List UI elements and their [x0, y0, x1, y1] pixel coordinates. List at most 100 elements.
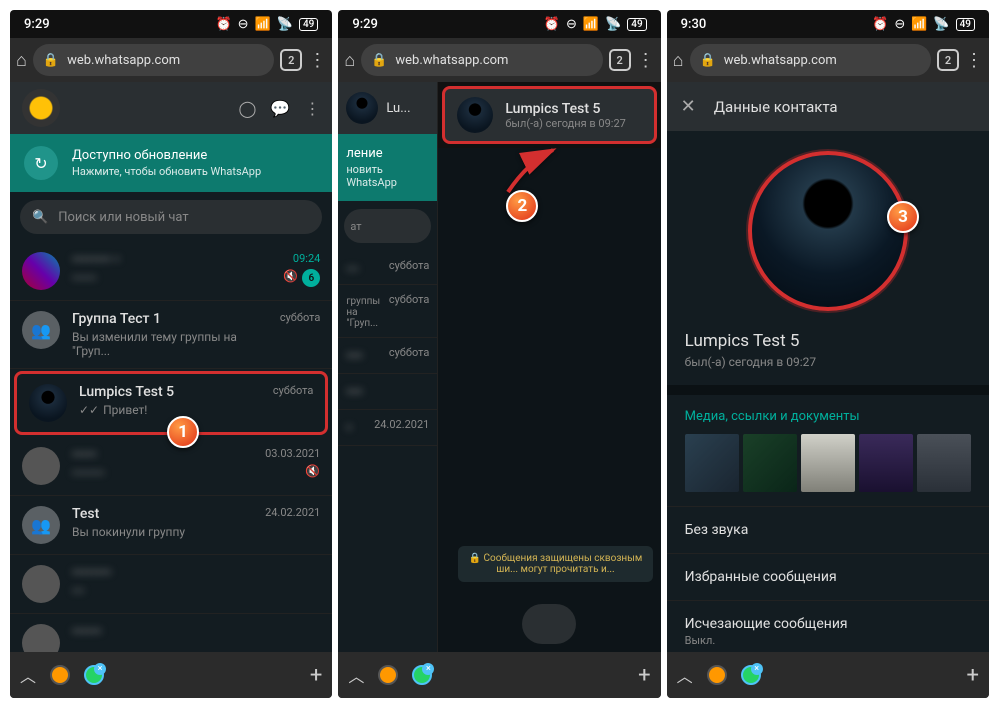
chevron-up-icon[interactable]: ︿ [20, 663, 36, 687]
browser-bottom-bar: ︿ × + [667, 652, 989, 698]
status-bar: 9:30 ⏰⊖📶📡49 [667, 10, 989, 38]
media-section-title: Медиа, ссылки и документы [685, 409, 971, 424]
starred-messages-option[interactable]: Избранные сообщения [667, 553, 989, 600]
browser-bottom-bar: ︿ × + [10, 652, 332, 698]
dnd-icon: ⊖ [566, 17, 577, 32]
url-text: web.whatsapp.com [395, 53, 508, 68]
chat-row[interactable]: 👥 Группа Тест 1Вы изменили тему группы н… [10, 301, 332, 369]
muted-icon: 🔇 [283, 269, 298, 287]
chat-avatar[interactable] [346, 92, 378, 124]
phone-screenshot-2: 9:29 ⏰⊖📶📡49 ⌂ 🔒web.whatsapp.com 2 ⋮ Lu..… [338, 10, 660, 698]
battery-icon: 49 [299, 18, 318, 31]
update-title-cut: ление [346, 146, 429, 161]
group-avatar-icon: 👥 [22, 311, 60, 349]
home-icon[interactable]: ⌂ [673, 50, 684, 71]
contact-profile-photo[interactable] [748, 151, 908, 311]
chat-row[interactable]: •••••• [10, 614, 332, 652]
tab-count[interactable]: 2 [937, 49, 959, 71]
tab-count[interactable]: 2 [280, 49, 302, 71]
update-banner[interactable]: лениеновить WhatsApp [338, 134, 437, 201]
chat-msg: Вы покинули группу [72, 525, 253, 539]
address-bar[interactable]: 🔒web.whatsapp.com [361, 44, 602, 76]
menu-icon[interactable]: ⋮ [965, 50, 983, 71]
tab-indicator[interactable] [378, 665, 398, 685]
chat-row[interactable]: •••суббота [338, 338, 437, 374]
chat-row[interactable]: 👥 TestВы покинули группу 24.02.2021 [10, 496, 332, 555]
update-subtitle: Нажмите, чтобы обновить WhatsApp [72, 165, 261, 178]
lock-icon: 🔒 [43, 53, 59, 68]
home-icon[interactable]: ⌂ [16, 50, 27, 71]
plus-icon[interactable]: + [638, 663, 650, 688]
tab-indicator-whatsapp[interactable]: × [84, 665, 104, 685]
url-text: web.whatsapp.com [724, 53, 837, 68]
media-thumb[interactable] [801, 434, 855, 492]
close-icon[interactable]: ✕ [681, 96, 696, 117]
encryption-notice: 🔒 Сообщения защищены сквозным ши... могу… [458, 546, 652, 582]
signal-icon: 📶 [911, 17, 927, 32]
status-time: 9:30 [681, 17, 707, 32]
address-bar[interactable]: 🔒 web.whatsapp.com [690, 44, 931, 76]
search-icon: 🔍 [32, 210, 48, 225]
phone-screenshot-3: 9:30 ⏰⊖📶📡49 ⌂ 🔒web.whatsapp.com 2 ⋮ ✕ Да… [667, 10, 989, 698]
signal-icon: 📶 [583, 17, 599, 32]
chat-row[interactable]: ••• [338, 374, 437, 410]
chat-row[interactable]: •24.02.2021 [338, 410, 437, 446]
new-chat-icon[interactable]: 💬 [270, 99, 290, 118]
home-icon[interactable]: ⌂ [344, 50, 355, 71]
status-time: 9:29 [24, 17, 50, 32]
chat-row[interactable]: ••••••••••• [10, 555, 332, 614]
chat-list: •••••••• • •••••• 09:24 🔇6 👥 Группа Тест 1… [10, 242, 332, 652]
media-thumb[interactable] [859, 434, 913, 492]
menu-icon[interactable]: ⋮ [637, 50, 655, 71]
contact-display-name: Lumpics Test 5 [667, 331, 989, 351]
media-thumb[interactable] [685, 434, 739, 492]
chevron-up-icon[interactable]: ︿ [348, 663, 364, 687]
update-banner[interactable]: ↻ Доступно обновление Нажмите, чтобы обн… [10, 134, 332, 192]
media-thumb[interactable] [743, 434, 797, 492]
search-input[interactable]: 🔍 Поиск или новый чат [20, 200, 322, 234]
chat-avatar [22, 252, 60, 290]
lock-icon: 🔒 [700, 53, 716, 68]
plus-icon[interactable]: + [310, 663, 322, 688]
disappearing-messages-option[interactable]: Исчезающие сообщения Выкл. [667, 600, 989, 652]
tab-indicator-whatsapp[interactable]: × [741, 665, 761, 685]
chat-time: 24.02.2021 [265, 506, 320, 544]
tab-count[interactable]: 2 [609, 49, 631, 71]
contact-info-panel: ✕ Данные контакта 3 Lumpics Test 5 был(-… [667, 82, 989, 652]
dnd-icon: ⊖ [894, 17, 905, 32]
search-input[interactable]: ат [344, 209, 431, 243]
chat-contact-status: был(-а) сегодня в 09:27 [505, 117, 625, 130]
chat-name: •••••••• • [72, 252, 271, 268]
chat-row[interactable]: •••суббота [338, 251, 437, 285]
contact-header-title: Данные контакта [714, 98, 838, 116]
chevron-up-icon[interactable]: ︿ [677, 663, 693, 687]
plus-icon[interactable]: + [967, 663, 979, 688]
media-section[interactable]: Медиа, ссылки и документы [667, 385, 989, 506]
chat-row[interactable]: группы на "Груп...суббота [338, 285, 437, 338]
message-input[interactable] [522, 604, 576, 644]
chat-row-highlighted[interactable]: Lumpics Test 5✓✓Привет! суббота 1 [14, 371, 328, 435]
chat-row[interactable]: ••••••••••••• 03.03.2021🔇 [10, 437, 332, 496]
status-icon[interactable]: ◯ [239, 99, 257, 118]
status-bar: 9:29 ⏰ ⊖ 📶 📡 49 [10, 10, 332, 38]
address-bar[interactable]: 🔒 web.whatsapp.com [33, 44, 274, 76]
chat-header-highlighted[interactable]: Lumpics Test 5 был(-а) сегодня в 09:27 [442, 86, 656, 144]
tab-indicator[interactable] [50, 665, 70, 685]
alarm-icon: ⏰ [872, 17, 888, 32]
unread-badge: 6 [302, 269, 320, 287]
tab-indicator-whatsapp[interactable]: × [412, 665, 432, 685]
chat-row[interactable]: •••••••• ••••••• 09:24🔇6 [10, 242, 332, 301]
step-badge-3: 3 [887, 201, 919, 233]
menu-icon[interactable]: ⋮ [308, 50, 326, 71]
chat-contact-name: Lumpics Test 5 [505, 101, 625, 117]
media-thumb[interactable] [917, 434, 971, 492]
tab-indicator[interactable] [707, 665, 727, 685]
chat-name: ••••• [72, 447, 253, 463]
chat-name: •••••••• [72, 565, 320, 581]
status-icons: ⏰⊖📶📡49 [544, 17, 647, 32]
chat-time: 09:24 [283, 252, 320, 265]
menu-dots-icon[interactable]: ⋮ [304, 99, 320, 118]
chat-name: Test [72, 506, 253, 522]
mute-option[interactable]: Без звука [667, 506, 989, 553]
user-avatar[interactable] [22, 89, 60, 127]
